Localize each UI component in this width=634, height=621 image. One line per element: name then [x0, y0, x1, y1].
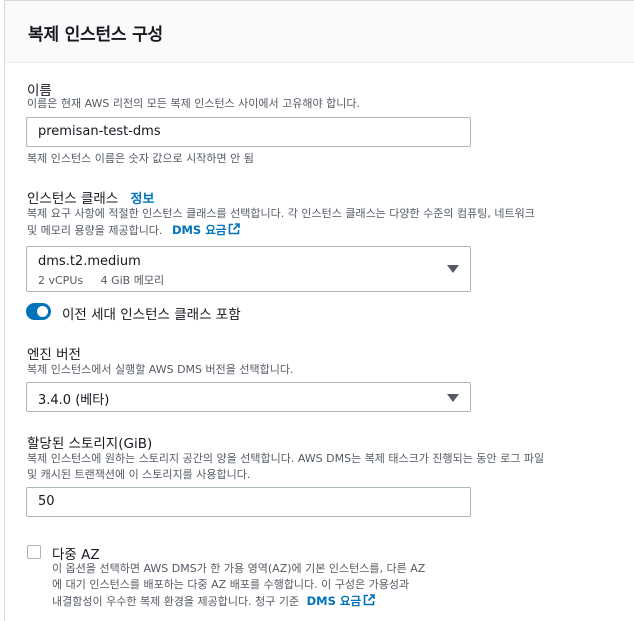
storage-input[interactable]: 50: [26, 487, 471, 517]
instance-class-description-2-text: 및 메모리 용량을 제공합니다.: [27, 224, 163, 237]
instance-class-selected: dms.t2.medium: [38, 254, 141, 269]
multi-az-description-3-text: 내결함성이 우수한 복제 환경을 제공합니다. 청구 기준: [52, 595, 300, 608]
storage-input-value: 50: [38, 494, 55, 509]
previous-gen-toggle[interactable]: [26, 303, 51, 320]
instance-class-description-2: 및 메모리 용량을 제공합니다. DMS 요금: [27, 222, 241, 239]
instance-class-select[interactable]: dms.t2.medium 2 vCPUs 4 GiB 메모리: [26, 246, 471, 292]
engine-version-description: 복제 인스턴스에서 실행할 AWS DMS 버전을 선택합니다.: [27, 363, 294, 376]
multi-az-label: 다중 AZ: [52, 547, 100, 563]
multi-az-description-1: 이 옵션을 선택하면 AWS DMS가 한 가용 영역(AZ)에 기본 인스턴스…: [52, 562, 426, 575]
instance-class-memory: 4 GiB 메모리: [100, 274, 165, 287]
chevron-down-icon[interactable]: [447, 394, 459, 402]
instance-class-info-link[interactable]: 정보: [131, 192, 155, 207]
instance-class-label: 인스턴스 클래스 정보: [27, 187, 154, 207]
chevron-down-icon[interactable]: [447, 265, 459, 273]
previous-gen-toggle-label: 이전 세대 인스턴스 클래스 포함: [62, 307, 241, 323]
name-hint: 복제 인스턴스 이름은 숫자 값으로 시작하면 안 됨: [27, 152, 254, 165]
name-input-value: premisan-test-dms: [38, 124, 161, 139]
storage-description-1: 복제 인스턴스에 원하는 스토리지 공간의 양을 선택합니다. AWS DMS는…: [27, 452, 545, 465]
panel-title: 복제 인스턴스 구성: [28, 25, 163, 45]
instance-class-label-text: 인스턴스 클래스: [27, 191, 119, 207]
storage-description-2: 및 캐시된 트랜잭션에 이 스토리지를 사용합니다.: [27, 468, 251, 481]
instance-class-vcpus: 2 vCPUs: [38, 274, 84, 287]
instance-class-pricing-link[interactable]: DMS 요금: [171, 223, 241, 237]
multi-az-pricing-link[interactable]: DMS 요금: [307, 594, 375, 608]
multi-az-pricing-link-text: DMS 요금: [306, 594, 362, 608]
name-description: 이름은 현재 AWS 리전의 모든 복제 인스턴스 사이에서 고유해야 합니다.: [27, 97, 360, 110]
external-link-icon: [363, 594, 375, 606]
engine-version-select[interactable]: 3.4.0 (베타): [26, 382, 471, 412]
multi-az-description-3: 내결함성이 우수한 복제 환경을 제공합니다. 청구 기준 DMS 요금: [52, 593, 375, 610]
instance-class-description-1: 복제 요구 사항에 적절한 인스턴스 클래스를 선택합니다. 각 인스턴스 클래…: [27, 207, 535, 220]
external-link-icon: [229, 223, 241, 235]
engine-version-selected: 3.4.0 (베타): [38, 393, 110, 408]
multi-az-description-2: 에 대기 인스턴스를 배포하는 다중 AZ 배포를 수행합니다. 이 구성은 가…: [52, 578, 410, 591]
engine-version-label: 엔진 버전: [27, 347, 81, 363]
multi-az-checkbox[interactable]: [27, 545, 41, 559]
instance-class-pricing-link-text: DMS 요금: [171, 223, 227, 237]
toggle-knob: [37, 306, 48, 317]
name-input[interactable]: premisan-test-dms: [26, 117, 471, 147]
storage-label: 할당된 스토리지(GiB): [27, 436, 153, 452]
panel-header: 복제 인스턴스 구성: [5, 1, 634, 63]
instance-class-specs: 2 vCPUs 4 GiB 메모리: [38, 273, 164, 289]
